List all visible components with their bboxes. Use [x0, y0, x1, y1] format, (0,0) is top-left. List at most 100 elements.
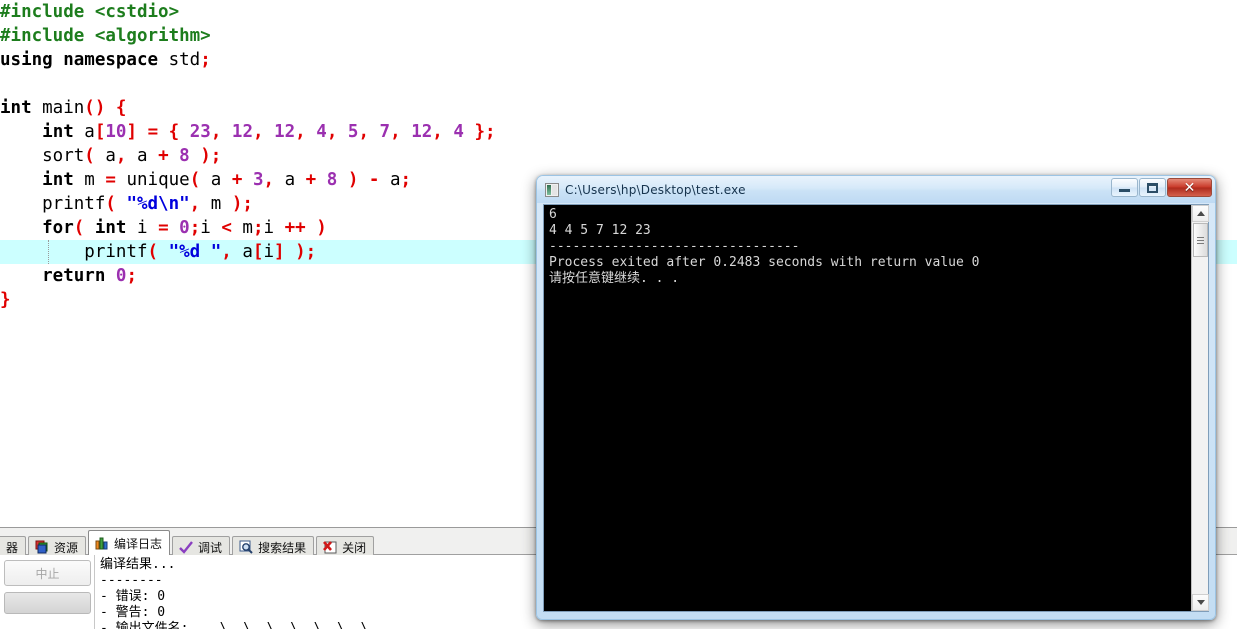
- code-token-punc: }: [0, 290, 11, 310]
- code-token-punc: (: [189, 170, 201, 190]
- code-token-id: a: [231, 242, 253, 262]
- code-token-op: =: [158, 218, 169, 238]
- tab-label: 关闭: [342, 540, 367, 555]
- code-token-punc: (: [147, 242, 159, 262]
- console-window[interactable]: C:\Users\hp\Desktop\test.exe ✕ 6 4 4 5 7…: [536, 175, 1216, 620]
- code-token-pre: #include <algorithm>: [0, 26, 211, 46]
- code-token-str: "%d ": [168, 242, 222, 262]
- code-token-num: 7: [379, 122, 391, 142]
- code-token-id: m: [231, 218, 253, 238]
- code-token-op: +: [158, 146, 169, 166]
- code-token-id: [316, 170, 327, 190]
- code-token-punc: );: [231, 194, 253, 214]
- bar-chart-icon: [94, 535, 110, 551]
- code-token-id: [242, 170, 253, 190]
- code-token-punc: ,: [263, 170, 275, 190]
- code-token-id: [221, 122, 232, 142]
- code-token-id: [105, 266, 116, 286]
- code-token-kw: using namespace: [0, 50, 159, 70]
- tab-label: 编译日志: [114, 536, 163, 551]
- console-output-text: 6 4 4 5 7 12 23 ------------------------…: [549, 207, 980, 286]
- code-token-id: [285, 242, 296, 262]
- window-controls[interactable]: ✕: [1111, 178, 1212, 197]
- console-titlebar[interactable]: C:\Users\hp\Desktop\test.exe ✕: [537, 176, 1215, 203]
- tab-label: 资源: [54, 540, 79, 555]
- code-token-id: a: [274, 170, 306, 190]
- code-token-num: 3: [252, 170, 264, 190]
- code-token-id: [158, 122, 169, 142]
- tab-5[interactable]: 关闭: [316, 536, 375, 557]
- code-token-punc: };: [474, 122, 496, 142]
- code-token-op: -: [368, 170, 380, 190]
- code-token-id: a: [379, 170, 401, 190]
- code-token-id: m: [73, 170, 106, 190]
- code-token-num: 8: [179, 146, 190, 166]
- code-token-punc: ,: [390, 122, 401, 142]
- tab-4[interactable]: 搜索结果: [232, 536, 315, 557]
- code-line[interactable]: #include <cstdio>: [0, 0, 1237, 24]
- minimize-button[interactable]: [1111, 178, 1138, 197]
- code-token-id: unique: [115, 170, 190, 190]
- maximize-icon: [1147, 182, 1158, 193]
- code-token-id: [401, 122, 412, 142]
- code-line[interactable]: #include <algorithm>: [0, 24, 1237, 48]
- scroll-up-button[interactable]: [1192, 205, 1209, 222]
- code-token-punc: ;: [252, 218, 264, 238]
- code-token-op: +: [305, 170, 317, 190]
- console-window-title: C:\Users\hp\Desktop\test.exe: [565, 182, 746, 197]
- tab-0[interactable]: 器: [0, 536, 27, 557]
- code-token-kw: int: [94, 218, 127, 238]
- code-token-id: [337, 170, 348, 190]
- tab-3[interactable]: 调试: [172, 536, 231, 557]
- chevron-down-icon: [1196, 600, 1205, 605]
- resources-icon: [34, 539, 50, 555]
- scrollbar-thumb[interactable]: [1193, 223, 1208, 257]
- code-token-punc: ,: [210, 122, 222, 142]
- code-token-id: printf: [0, 242, 148, 262]
- code-token-id: [369, 122, 380, 142]
- code-token-punc: ;: [200, 50, 211, 70]
- code-line[interactable]: int main() {: [0, 96, 1237, 120]
- code-token-punc: ,: [253, 122, 264, 142]
- magnifier-icon: [238, 539, 254, 555]
- console-client-area[interactable]: 6 4 4 5 7 12 23 ------------------------…: [543, 204, 1209, 612]
- scroll-down-button[interactable]: [1192, 594, 1209, 611]
- tab-label: 器: [6, 540, 19, 555]
- code-token-kw: int: [0, 98, 32, 118]
- code-line[interactable]: using namespace std;: [0, 48, 1237, 72]
- code-token-id: [464, 122, 475, 142]
- code-line[interactable]: [0, 72, 1237, 96]
- code-token-id: [158, 242, 169, 262]
- code-line[interactable]: int a[10] = { 23, 12, 12, 4, 5, 7, 12, 4…: [0, 120, 1237, 144]
- code-token-id: printf: [0, 194, 106, 214]
- tab-2[interactable]: 编译日志: [88, 530, 171, 555]
- code-token-id: a: [200, 170, 232, 190]
- code-line[interactable]: sort( a, a + 8 );: [0, 144, 1237, 168]
- code-token-punc: ,: [295, 122, 306, 142]
- code-token-id: [84, 218, 95, 238]
- code-token-id: [0, 170, 42, 190]
- bottom-tab-bar[interactable]: 器 资源 编译日志 调试 搜索结果 关闭: [0, 530, 376, 557]
- check-icon: [178, 539, 194, 555]
- code-token-punc: ]: [274, 242, 285, 262]
- cut-off-tab-icon: [0, 539, 2, 555]
- close-button[interactable]: ✕: [1167, 178, 1212, 197]
- code-token-op: =: [147, 122, 159, 142]
- code-token-punc: ;: [400, 170, 412, 190]
- code-token-id: a: [73, 122, 95, 142]
- code-token-punc: ,: [358, 122, 369, 142]
- code-token-num: 12: [274, 122, 296, 142]
- code-token-punc: ): [347, 170, 359, 190]
- code-token-id: a: [94, 146, 116, 166]
- tab-label: 调试: [198, 540, 223, 555]
- panel-separator: [94, 555, 95, 629]
- maximize-button[interactable]: [1139, 178, 1166, 197]
- code-token-punc: ,: [221, 242, 232, 262]
- console-scrollbar[interactable]: [1191, 205, 1209, 611]
- code-token-punc: ;: [189, 218, 201, 238]
- abort-button[interactable]: 中止: [4, 560, 91, 586]
- code-token-op: +: [231, 170, 243, 190]
- code-token-punc: (: [84, 146, 95, 166]
- code-token-kw: for: [0, 218, 74, 238]
- tab-1[interactable]: 资源: [28, 536, 87, 557]
